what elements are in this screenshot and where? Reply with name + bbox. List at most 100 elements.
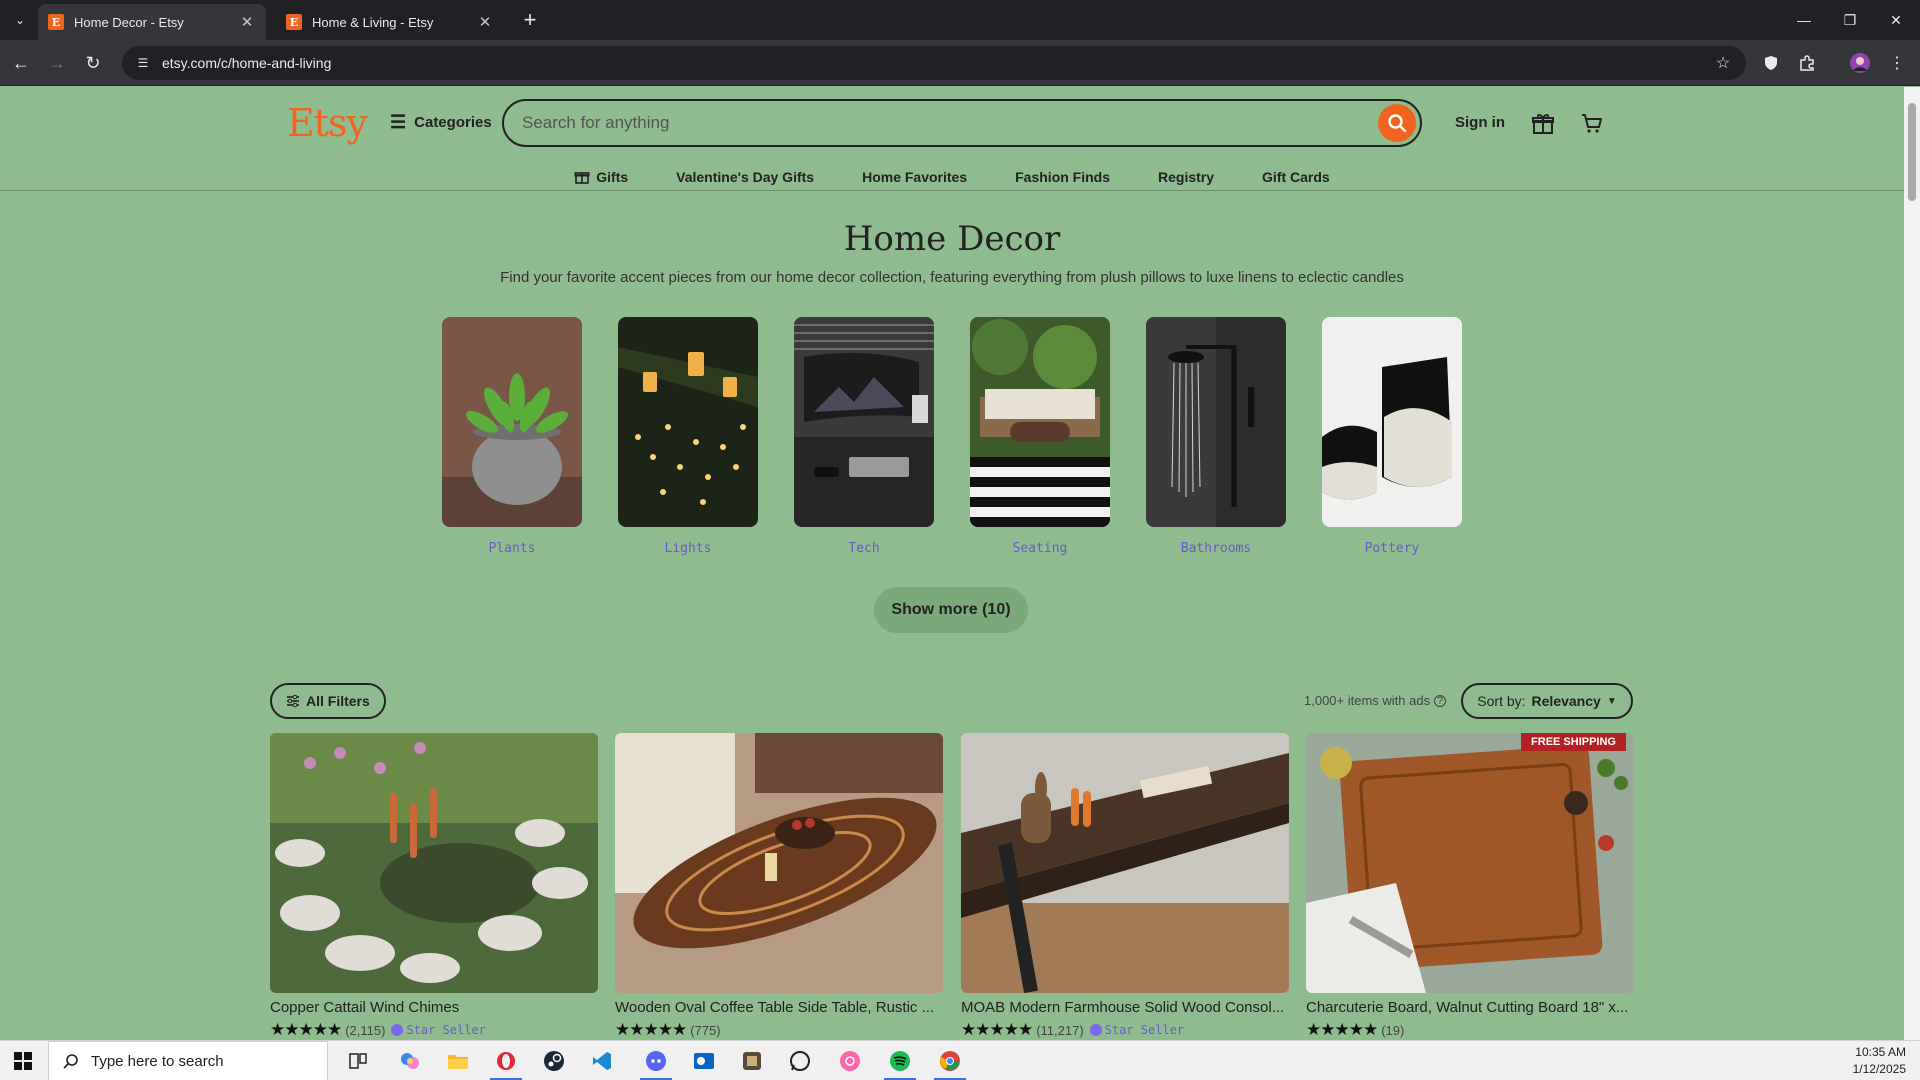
minimize-button[interactable]: — (1786, 6, 1822, 34)
subnav-valentines[interactable]: Valentine's Day Gifts (652, 157, 838, 197)
star-seller-icon (391, 1024, 404, 1036)
sort-dropdown[interactable]: Sort by: Relevancy ▼ (1461, 683, 1633, 719)
shield-extension-icon[interactable] (1760, 52, 1782, 74)
category-label[interactable]: Bathrooms (1146, 541, 1286, 556)
close-window-button[interactable]: ✕ (1878, 6, 1914, 34)
subnav-registry[interactable]: Registry (1134, 157, 1238, 197)
url-text[interactable]: etsy.com/c/home-and-living (162, 55, 331, 71)
etsy-page: Etsy ☰ Categories Sign in Gifts Valentin… (0, 87, 1904, 1040)
cart-icon[interactable] (1577, 109, 1607, 139)
osrs-icon[interactable] (732, 1045, 772, 1077)
close-tab-icon[interactable]: ✕ (238, 13, 256, 31)
windows-taskbar: Type here to search 10:35 AM 1/12/2025 (0, 1040, 1920, 1080)
page-description: Find your favorite accent pieces from ou… (500, 269, 1404, 286)
star-seller-badge: Star Seller (391, 1023, 486, 1037)
listing-title[interactable]: Wooden Oval Coffee Table Side Table, Rus… (615, 999, 943, 1016)
star-seller-badge: Star Seller (1089, 1023, 1185, 1037)
taskbar-search-box[interactable]: Type here to search (48, 1041, 328, 1080)
tab-search-dropdown-icon[interactable]: ⌄ (8, 8, 32, 32)
subnav-gifts[interactable]: Gifts (550, 157, 652, 197)
category-card-seating[interactable]: Seating (970, 317, 1110, 556)
outlook-icon[interactable] (684, 1045, 724, 1077)
windows-start-button[interactable] (0, 1041, 46, 1080)
rating-stars: ★★★★★ (615, 1020, 687, 1039)
listing-title[interactable]: MOAB Modern Farmhouse Solid Wood Consol.… (961, 999, 1289, 1016)
search-button[interactable] (1378, 104, 1416, 142)
subnav-fashion-finds[interactable]: Fashion Finds (991, 157, 1134, 197)
review-count: (2,115) (345, 1022, 386, 1038)
category-label[interactable]: Seating (970, 541, 1110, 556)
back-icon[interactable]: ← (8, 50, 34, 76)
chrome-icon[interactable] (930, 1045, 970, 1080)
vscode-icon[interactable] (582, 1045, 622, 1077)
subnav-gift-cards[interactable]: Gift Cards (1238, 157, 1354, 197)
forward-icon[interactable]: → (44, 50, 70, 76)
whatsapp-icon[interactable] (780, 1045, 820, 1077)
info-icon[interactable]: ? (1434, 694, 1447, 707)
spotify-icon[interactable] (880, 1045, 920, 1080)
address-bar[interactable]: ☰ etsy.com/c/home-and-living (122, 46, 1746, 80)
file-explorer-icon[interactable] (438, 1045, 478, 1077)
category-card-tech[interactable]: Tech (794, 317, 934, 556)
listing-card[interactable]: Copper Cattail Wind Chimes ★★★★★ (2,115)… (270, 733, 598, 1040)
listing-title[interactable]: Copper Cattail Wind Chimes (270, 999, 598, 1016)
etsy-logo[interactable]: Etsy (287, 101, 368, 145)
category-image (1322, 317, 1462, 527)
all-filters-button[interactable]: All Filters (270, 683, 386, 719)
chrome-menu-icon[interactable]: ⋮ (1886, 52, 1908, 74)
category-label[interactable]: Pottery (1322, 541, 1462, 556)
category-card-bathrooms[interactable]: Bathrooms (1146, 317, 1286, 556)
opera-icon[interactable] (486, 1045, 526, 1080)
tab-title: Home & Living - Etsy (312, 14, 434, 30)
browser-tab-home-living[interactable]: E Home & Living - Etsy ✕ (276, 4, 504, 40)
gift-icon[interactable] (1528, 109, 1558, 139)
listing-card[interactable]: MOAB Modern Farmhouse Solid Wood Consol.… (961, 733, 1289, 1040)
windows-logo-icon (14, 1052, 32, 1070)
site-info-icon[interactable]: ☰ (134, 54, 152, 72)
new-tab-button[interactable]: + (518, 7, 542, 32)
steam-icon[interactable] (534, 1045, 574, 1077)
profile-avatar-icon[interactable] (1849, 52, 1871, 74)
extensions-puzzle-icon[interactable] (1796, 52, 1818, 74)
category-label[interactable]: Plants (442, 541, 582, 556)
categories-button[interactable]: ☰ Categories (390, 112, 492, 133)
sort-prefix: Sort by: (1477, 693, 1526, 709)
restore-button[interactable]: ❐ (1832, 6, 1868, 34)
scrollbar-thumb[interactable] (1908, 103, 1916, 201)
filter-sliders-icon (287, 694, 299, 708)
sign-in-link[interactable]: Sign in (1455, 114, 1505, 131)
categories-label: Categories (414, 114, 492, 131)
listing-title[interactable]: Charcuterie Board, Walnut Cutting Board … (1306, 999, 1634, 1016)
rating-stars: ★★★★★ (270, 1020, 342, 1039)
category-label[interactable]: Tech (794, 541, 934, 556)
copilot-icon[interactable] (390, 1045, 430, 1077)
category-card-plants[interactable]: Plants (442, 317, 582, 556)
category-card-lights[interactable]: Lights (618, 317, 758, 556)
system-clock[interactable]: 10:35 AM 1/12/2025 (1853, 1044, 1906, 1078)
close-tab-icon[interactable]: ✕ (476, 13, 494, 31)
bookmark-star-icon[interactable]: ☆ (1712, 52, 1734, 74)
category-label[interactable]: Lights (618, 541, 758, 556)
browser-tab-home-decor[interactable]: E Home Decor - Etsy ✕ (38, 4, 266, 40)
listing-card[interactable]: Wooden Oval Coffee Table Side Table, Rus… (615, 733, 943, 1040)
results-count-text: 1,000+ items with ads (1304, 693, 1431, 708)
reload-icon[interactable]: ↻ (80, 50, 106, 76)
subnav-label: Gifts (596, 169, 629, 185)
subnav-home-favorites[interactable]: Home Favorites (838, 157, 991, 197)
discord-icon[interactable] (636, 1045, 676, 1080)
search-input[interactable] (522, 111, 1362, 135)
task-view-icon[interactable] (338, 1045, 378, 1077)
all-filters-label: All Filters (306, 693, 370, 709)
listing-image (961, 733, 1289, 993)
browser-toolbar: ← → ↻ ☰ etsy.com/c/home-and-living ☆ ⋮ (0, 40, 1920, 86)
category-card-pottery[interactable]: Pottery (1322, 317, 1462, 556)
page-scrollbar[interactable] (1904, 87, 1920, 1040)
osu-icon[interactable] (830, 1045, 870, 1077)
star-seller-label: Star Seller (1104, 1023, 1185, 1037)
category-image (442, 317, 582, 527)
show-more-button[interactable]: Show more (10) (874, 587, 1028, 633)
caret-down-icon: ▼ (1606, 695, 1617, 707)
rating-stars: ★★★★★ (1306, 1020, 1378, 1039)
listing-card[interactable]: FREE SHIPPING Charcuterie Board, Walnut … (1306, 733, 1634, 1040)
search-icon (1388, 114, 1407, 133)
